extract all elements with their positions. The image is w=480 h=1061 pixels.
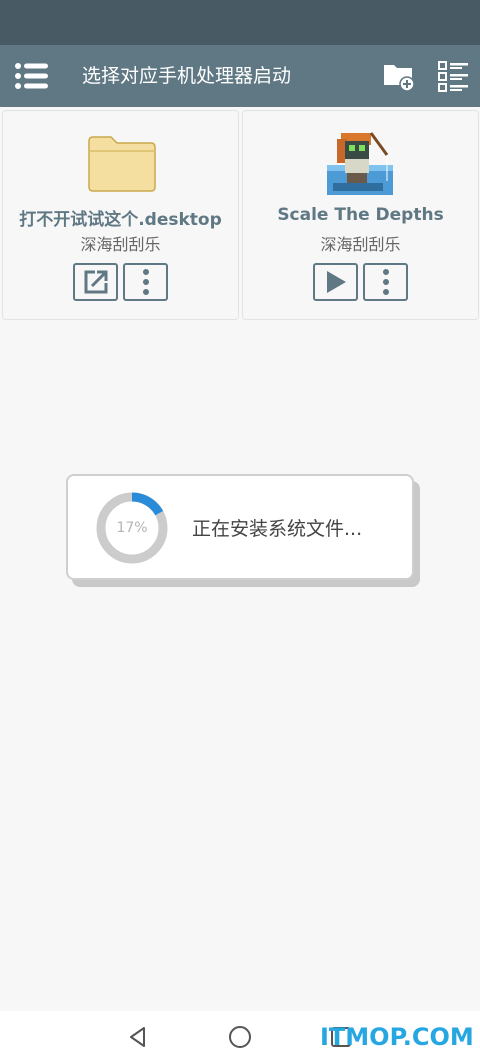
page-title: 选择对应手机处理器启动 bbox=[82, 65, 292, 87]
game-subtitle: 深海刮刮乐 bbox=[320, 235, 401, 254]
more-options-button[interactable] bbox=[123, 263, 168, 301]
external-link-icon bbox=[84, 270, 107, 294]
play-button[interactable] bbox=[313, 263, 358, 301]
watermark-logo: ITMOP.COM bbox=[320, 1023, 474, 1051]
back-button[interactable] bbox=[126, 1025, 150, 1049]
menu-button[interactable] bbox=[14, 61, 50, 91]
pixel-game-icon bbox=[327, 132, 393, 195]
progress-ring: 17% bbox=[95, 491, 169, 565]
progress-message: 正在安装系统文件... bbox=[192, 518, 363, 540]
install-progress-dialog: 17% 正在安装系统文件... bbox=[66, 474, 414, 580]
home-button[interactable] bbox=[228, 1025, 252, 1049]
new-folder-button[interactable] bbox=[382, 59, 418, 93]
status-bar bbox=[0, 0, 480, 45]
play-icon bbox=[326, 271, 346, 293]
file-subtitle: 深海刮刮乐 bbox=[80, 235, 161, 254]
folder-thumbnail bbox=[87, 129, 157, 195]
game-name: Scale The Depths bbox=[277, 205, 444, 225]
back-icon bbox=[130, 1027, 145, 1047]
game-card[interactable]: Scale The Depths 深海刮刮乐 bbox=[242, 110, 479, 320]
more-vertical-icon bbox=[142, 269, 149, 295]
more-vertical-icon bbox=[382, 269, 389, 295]
file-card[interactable]: 打不开试试这个.desktop 深海刮刮乐 bbox=[2, 110, 239, 320]
file-name: 打不开试试这个.desktop bbox=[19, 210, 222, 230]
list-menu-icon bbox=[15, 63, 48, 89]
progress-percent: 17% bbox=[116, 520, 148, 536]
game-thumbnail bbox=[325, 129, 395, 195]
more-options-button[interactable] bbox=[363, 263, 408, 301]
home-icon bbox=[229, 1026, 251, 1048]
list-view-icon bbox=[438, 61, 468, 92]
new-folder-icon bbox=[384, 65, 415, 92]
folder-icon bbox=[88, 136, 156, 192]
app-bar: 选择对应手机处理器启动 bbox=[0, 45, 480, 107]
view-toggle-button[interactable] bbox=[437, 59, 471, 93]
open-external-button[interactable] bbox=[73, 263, 118, 301]
